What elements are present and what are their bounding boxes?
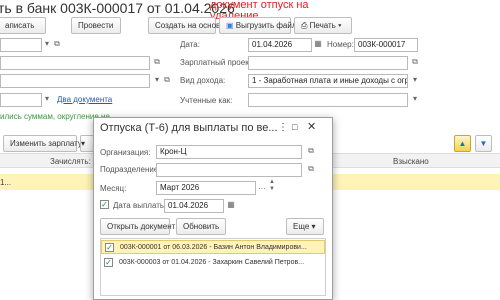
left-field-3[interactable]: [0, 74, 150, 88]
print-icon: ⎙: [301, 21, 308, 30]
month-label: Месяц:: [100, 184, 127, 193]
org-label: Организация:: [100, 148, 151, 157]
open-icon[interactable]: ⧉: [152, 56, 162, 68]
left-field-1[interactable]: [0, 38, 42, 52]
row-text: 003К-000003 от 01.04.2026 - Захаркин Сав…: [118, 259, 305, 266]
refresh-button[interactable]: Обновить: [176, 218, 226, 235]
list-item[interactable]: ✓ 003К-000001 от 06.03.2026 - Базин Анто…: [101, 240, 325, 254]
calendar-icon[interactable]: ▦: [226, 199, 236, 211]
open-document-button[interactable]: Открыть документ: [100, 218, 175, 235]
chevron-down-icon[interactable]: ▾: [410, 93, 420, 105]
date-field[interactable]: 01.04.2026: [248, 38, 312, 52]
change-salary-button[interactable]: Изменить зарплату: [3, 135, 82, 152]
table-row-value: 1...: [0, 178, 12, 187]
chevron-down-icon: ▾: [338, 21, 342, 30]
create-based-button[interactable]: Создать на основании ▾: [148, 17, 244, 34]
page-title: ть в банк 003К-000017 от 01.04.2026: [0, 0, 235, 16]
withheld-field[interactable]: [248, 93, 408, 107]
chevron-down-icon[interactable]: ▾: [410, 74, 420, 86]
salary-project-label: Зарплатный проект:: [180, 58, 255, 67]
list-item[interactable]: ✓ 003К-000003 от 01.04.2026 - Захаркин С…: [101, 256, 325, 270]
open-icon[interactable]: ⧉: [52, 38, 62, 50]
row-text: 003К-000001 от 06.03.2026 - Базин Антон …: [119, 244, 307, 251]
print-button[interactable]: ⎙ Печать ▾: [294, 17, 352, 34]
month-field[interactable]: Март 2026: [156, 181, 256, 195]
number-label: Номер:: [327, 40, 354, 49]
open-icon[interactable]: ⧉: [306, 145, 316, 157]
date-label: Дата:: [180, 40, 200, 49]
conduct-button[interactable]: Провести: [71, 17, 121, 34]
print-label: Печать: [309, 21, 336, 30]
paydate-checkbox[interactable]: ✓: [100, 200, 109, 209]
left-field-4[interactable]: [0, 93, 42, 107]
maximize-icon[interactable]: □: [292, 122, 297, 132]
paydate-field[interactable]: 01.04.2026: [164, 199, 224, 213]
post-button[interactable]: аписать: [0, 17, 46, 34]
withheld-label: Учтенные как:: [180, 96, 233, 105]
calendar-icon[interactable]: ▦: [313, 38, 323, 50]
chevron-down-icon[interactable]: ▾: [42, 93, 52, 105]
chevron-down-icon: ▾: [311, 222, 316, 231]
vacation-dialog: Отпуска (Т-6) для выплаты по ве... ⋮ □ ✕…: [93, 117, 333, 300]
arrow-up-icon[interactable]: ▲: [454, 135, 471, 152]
arrow-down-icon[interactable]: ▼: [475, 135, 492, 152]
upload-label: Выгрузить файл: [235, 21, 297, 30]
chevron-down-icon[interactable]: ▾: [152, 74, 162, 86]
more-button[interactable]: Еще ▾: [286, 218, 324, 235]
more-label: Еще: [293, 222, 310, 231]
open-icon[interactable]: ⧉: [410, 56, 420, 68]
income-kind-field[interactable]: 1 - Заработная плата и иные доходы с огр…: [248, 74, 408, 88]
close-icon[interactable]: ✕: [307, 120, 316, 133]
upload-icon: ▣: [226, 21, 234, 30]
number-field[interactable]: 003К-000017: [354, 38, 418, 52]
org-field[interactable]: Крон-Ц: [156, 145, 302, 159]
upload-file-button[interactable]: ▣ Выгрузить файл: [219, 17, 297, 34]
stepper-down-icon[interactable]: ▼: [267, 186, 277, 193]
dept-field[interactable]: [156, 163, 302, 177]
row-checkbox[interactable]: ✓: [104, 257, 113, 267]
column-credit: Зачислять:: [50, 157, 91, 166]
open-icon[interactable]: ⧉: [306, 163, 316, 175]
two-documents-link[interactable]: Два документа: [57, 95, 112, 104]
more-vert-icon[interactable]: ⋮: [278, 122, 288, 133]
income-kind-label: Вид дохода:: [180, 76, 226, 85]
ellipsis-icon[interactable]: …: [257, 181, 267, 193]
dept-label: Подразделение:: [100, 165, 161, 174]
open-icon[interactable]: ⧉: [162, 74, 172, 86]
chevron-down-icon[interactable]: ▾: [42, 38, 52, 50]
dialog-title: Отпуска (Т-6) для выплаты по ве...: [100, 122, 278, 134]
documents-list: ✓ 003К-000001 от 06.03.2026 - Базин Анто…: [100, 238, 326, 296]
paydate-label: Дата выплаты:: [113, 201, 168, 210]
salary-project-field[interactable]: [248, 56, 408, 70]
left-field-2[interactable]: [0, 56, 150, 70]
row-checkbox[interactable]: ✓: [105, 242, 114, 252]
more-button-left[interactable]: ▾: [80, 135, 94, 152]
column-recovered: Взыскано: [393, 157, 429, 166]
stepper-up-icon[interactable]: ▲: [267, 179, 277, 186]
